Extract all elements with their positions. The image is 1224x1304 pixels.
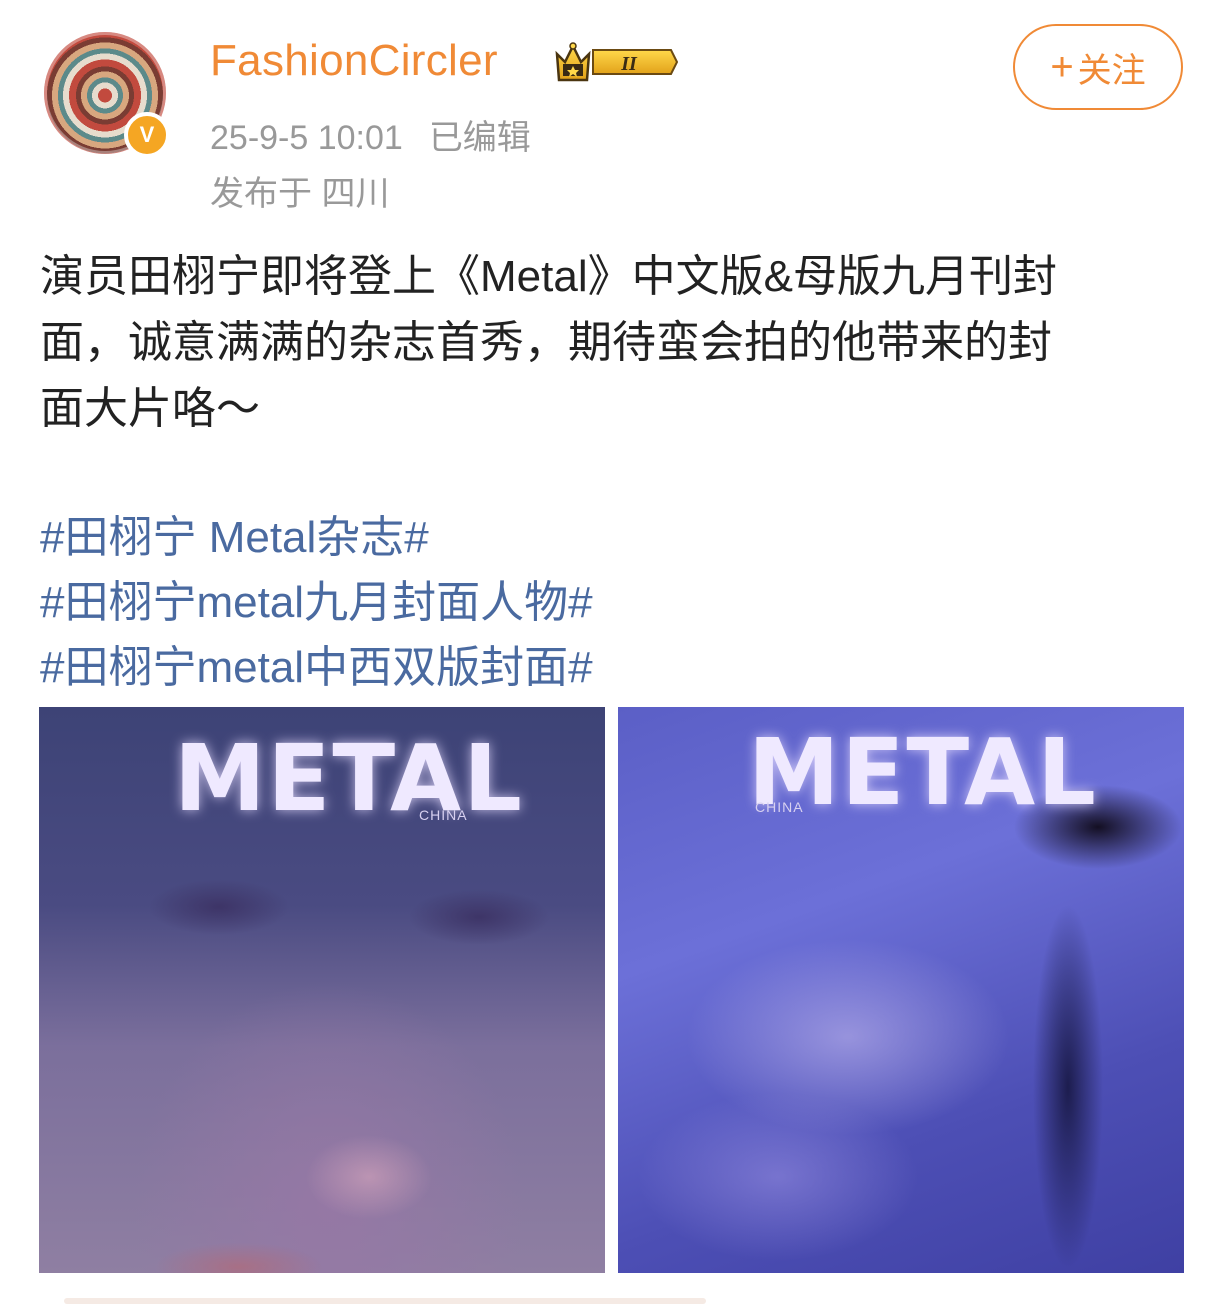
- post-timestamp: 25-9-5 10:01: [210, 119, 403, 157]
- edited-label[interactable]: 已编辑: [429, 119, 531, 157]
- follow-label: 关注: [1077, 51, 1146, 90]
- post-content: 演员田栩宁即将登上《Metal》中文版&母版九月刊封 面，诚意满满的杂志首秀，期…: [40, 244, 1190, 442]
- plus-icon: +: [1050, 45, 1074, 89]
- magazine-edition: CHINA: [419, 807, 468, 823]
- hashtag-link[interactable]: #田栩宁 Metal杂志#: [40, 505, 1190, 570]
- post-image-cover-water[interactable]: METAL CHINA: [618, 707, 1184, 1273]
- hashtag-link[interactable]: #田栩宁metal九月封面人物#: [40, 570, 1190, 635]
- post-image-cover-face[interactable]: METAL CHINA: [39, 707, 605, 1273]
- verified-badge-text: V: [139, 122, 155, 147]
- content-line: 演员田栩宁即将登上《Metal》中文版&母版九月刊封: [40, 252, 1057, 301]
- next-section-edge: [64, 1298, 706, 1304]
- verified-badge-icon: V: [124, 112, 170, 158]
- follow-button[interactable]: + 关注: [1013, 24, 1183, 110]
- content-line: 面，诚意满满的杂志首秀，期待蛮会拍的他带来的封: [40, 318, 1052, 367]
- crown-level-icon: II: [555, 42, 678, 82]
- hashtag-list: #田栩宁 Metal杂志# #田栩宁metal九月封面人物# #田栩宁metal…: [40, 505, 1190, 700]
- hashtag-link[interactable]: #田栩宁metal中西双版封面#: [40, 635, 1190, 700]
- magazine-edition: CHINA: [755, 799, 804, 815]
- post-meta: 25-9-5 10:01 已编辑: [210, 110, 531, 159]
- author-name[interactable]: FashionCircler: [210, 36, 498, 86]
- level-badge-text: II: [620, 53, 638, 75]
- magazine-logo: METAL: [174, 725, 524, 832]
- content-line: 面大片咯～: [40, 384, 260, 433]
- post-location: 发布于 四川: [210, 175, 390, 213]
